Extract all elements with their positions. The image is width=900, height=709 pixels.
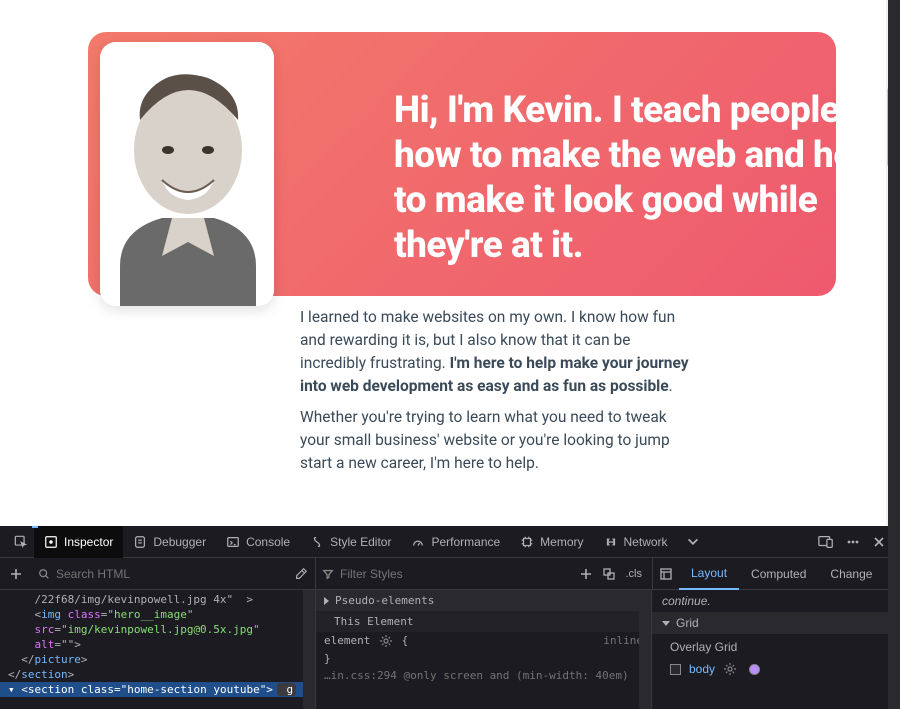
eyedropper-icon[interactable] (287, 567, 315, 581)
gear-icon[interactable] (723, 662, 737, 676)
tab-label: Console (246, 535, 290, 549)
layout-continue-text: continue. (652, 590, 900, 612)
styles-pane[interactable]: Pseudo-elements This Element element { i… (316, 590, 652, 709)
side-tab-changes[interactable]: Change (818, 558, 884, 590)
tab-memory[interactable]: Memory (510, 526, 593, 558)
grid-badge[interactable]: g (277, 683, 296, 696)
tab-label: Performance (431, 535, 500, 549)
new-node-button[interactable] (0, 568, 32, 580)
intro-paragraph-2: Whether you're trying to learn what you … (300, 406, 700, 475)
dom-selected-node[interactable]: ▾ <section class="home-section youtube">… (0, 682, 315, 697)
grid-section-header[interactable]: Grid (652, 612, 900, 634)
webpage-viewport: Hi, I'm Kevin. I teach people how to mak… (0, 0, 900, 526)
dom-tree-pane[interactable]: /22f68/img/kevinpowell.jpg 4x" > <img cl… (0, 590, 316, 709)
kebab-menu-icon[interactable] (846, 535, 860, 549)
hero-title: Hi, I'm Kevin. I teach people how to mak… (394, 88, 900, 269)
filter-icon (322, 568, 334, 580)
layout-pane: continue. Grid Overlay Grid body (652, 590, 900, 709)
side-tab-label: Layout (691, 566, 727, 580)
color-swatch[interactable] (749, 664, 760, 675)
this-element-header[interactable]: This Element (316, 611, 651, 632)
styles-scrollbar[interactable] (639, 590, 651, 709)
layout-scrollbar[interactable] (888, 590, 900, 709)
hero-image (100, 42, 274, 306)
cls-toggle[interactable]: .cls (626, 568, 643, 580)
devtools-tabbar: Inspector Debugger Console Style Editor … (0, 526, 900, 558)
tab-inspector[interactable]: Inspector (34, 526, 123, 558)
side-tab-computed[interactable]: Computed (739, 558, 818, 590)
chevron-down-icon (662, 621, 670, 626)
overlay-grid-label: Overlay Grid (652, 634, 900, 658)
dom-text: /22f68/img/kevinpowell.jpg 4x" > (8, 593, 253, 606)
tab-label: Debugger (153, 535, 206, 549)
devtools-toolbar: .cls Layout Computed Change (0, 558, 900, 590)
search-icon (38, 568, 50, 580)
tab-network[interactable]: Network (594, 526, 678, 558)
side-tab-label: Change (830, 567, 872, 581)
pseudo-class-icon[interactable] (602, 567, 616, 581)
checkbox[interactable] (670, 664, 681, 675)
intro-paragraph-1: I learned to make websites on my own. I … (300, 306, 700, 398)
element-picker-icon[interactable] (8, 535, 34, 549)
tab-label: Inspector (64, 535, 113, 549)
filter-styles-input[interactable] (334, 567, 510, 581)
close-icon[interactable] (872, 535, 886, 549)
media-query-rule[interactable]: …in.css:294 @only screen and (min-width:… (316, 667, 651, 684)
tab-console[interactable]: Console (216, 526, 300, 558)
css-rule-close: } (316, 650, 651, 667)
add-rule-icon[interactable] (580, 568, 592, 580)
layout-pane-icon[interactable] (653, 567, 679, 581)
responsive-mode-icon[interactable] (818, 535, 834, 549)
tab-debugger[interactable]: Debugger (123, 526, 216, 558)
tab-label: Network (624, 535, 668, 549)
tab-label: Style Editor (330, 535, 391, 549)
tab-style-editor[interactable]: Style Editor (300, 526, 401, 558)
search-html-input[interactable] (50, 567, 281, 581)
pseudo-elements-header[interactable]: Pseudo-elements (316, 590, 651, 611)
side-tab-layout[interactable]: Layout (679, 558, 739, 590)
gear-icon[interactable] (379, 634, 393, 648)
grid-target-body[interactable]: body (689, 662, 715, 676)
side-tab-label: Computed (751, 567, 806, 581)
devtools-panel: Inspector Debugger Console Style Editor … (0, 526, 900, 709)
intro-text-end: . (669, 377, 673, 395)
grid-overlay-item[interactable]: body (652, 658, 900, 680)
dom-scrollbar[interactable] (303, 590, 315, 709)
tab-label: Memory (540, 535, 583, 549)
tab-performance[interactable]: Performance (401, 526, 510, 558)
css-rule[interactable]: element { inline (316, 632, 651, 650)
tabs-overflow-icon[interactable] (678, 535, 708, 549)
